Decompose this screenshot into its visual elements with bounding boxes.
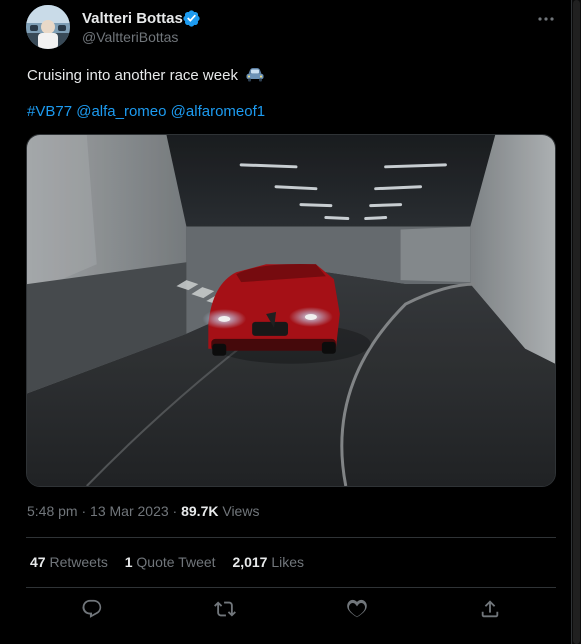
tweet-meta: 5:48 pm · 13 Mar 2023 · 89.7K Views: [27, 503, 259, 519]
retweet-button[interactable]: [214, 598, 236, 620]
like-icon: [347, 599, 367, 618]
share-button[interactable]: [479, 598, 501, 620]
likes-stat[interactable]: 2,017 Likes: [232, 554, 304, 570]
car-emoji-icon: [246, 68, 264, 82]
retweets-label: Retweets: [49, 554, 108, 570]
share-icon: [481, 600, 499, 618]
meta-separator: ·: [81, 503, 87, 519]
retweet-icon: [214, 601, 236, 617]
hashtag-vb77[interactable]: #VB77: [27, 103, 72, 120]
quote-count: 1: [124, 554, 133, 570]
meta-separator-2: ·: [172, 503, 178, 519]
mention-alfa-romeo[interactable]: @alfa_romeo: [76, 103, 166, 120]
avatar[interactable]: [26, 5, 70, 49]
verified-badge-icon: [183, 10, 200, 27]
tweet-detail: Valtteri Bottas @ValtteriBottas Cruising…: [0, 0, 572, 644]
retweets-stat[interactable]: 47 Retweets: [30, 554, 108, 570]
tweet-stats: 47 Retweets 1 Quote Tweet 2,017 Likes: [30, 554, 317, 570]
divider-top: [26, 537, 556, 538]
tweet-time[interactable]: 5:48 pm: [27, 503, 78, 519]
likes-count: 2,017: [232, 554, 268, 570]
likes-label: Likes: [271, 554, 305, 570]
like-button[interactable]: [346, 598, 368, 620]
author-name[interactable]: Valtteri Bottas: [82, 10, 183, 27]
avatar-image: [26, 5, 70, 49]
quote-label: Quote Tweet: [136, 554, 216, 570]
tunnel-car-photo: [27, 135, 555, 486]
views-count: 89.7K: [181, 503, 219, 519]
tweet-date[interactable]: 13 Mar 2023: [90, 503, 169, 519]
mention-alfaromeof1[interactable]: @alfaromeof1: [171, 103, 265, 120]
views-label: Views: [222, 503, 260, 519]
tweet-media-image[interactable]: [26, 134, 556, 487]
tweet-text: Cruising into another race week: [27, 66, 265, 86]
reply-button[interactable]: [81, 598, 103, 620]
quote-tweet-stat[interactable]: 1 Quote Tweet: [125, 554, 216, 570]
divider-middle: [26, 587, 556, 588]
hashtag-line: #VB77 @alfa_romeo @alfaromeof1: [27, 102, 265, 122]
retweets-count: 47: [30, 554, 46, 570]
reply-icon: [82, 599, 102, 618]
author-handle[interactable]: @ValtteriBottas: [82, 29, 178, 45]
more-options-icon[interactable]: [536, 9, 556, 29]
tweet-body: Cruising into another race week: [27, 67, 238, 84]
scrollbar-thumb[interactable]: [573, 0, 580, 644]
scrollbar[interactable]: [572, 0, 581, 644]
